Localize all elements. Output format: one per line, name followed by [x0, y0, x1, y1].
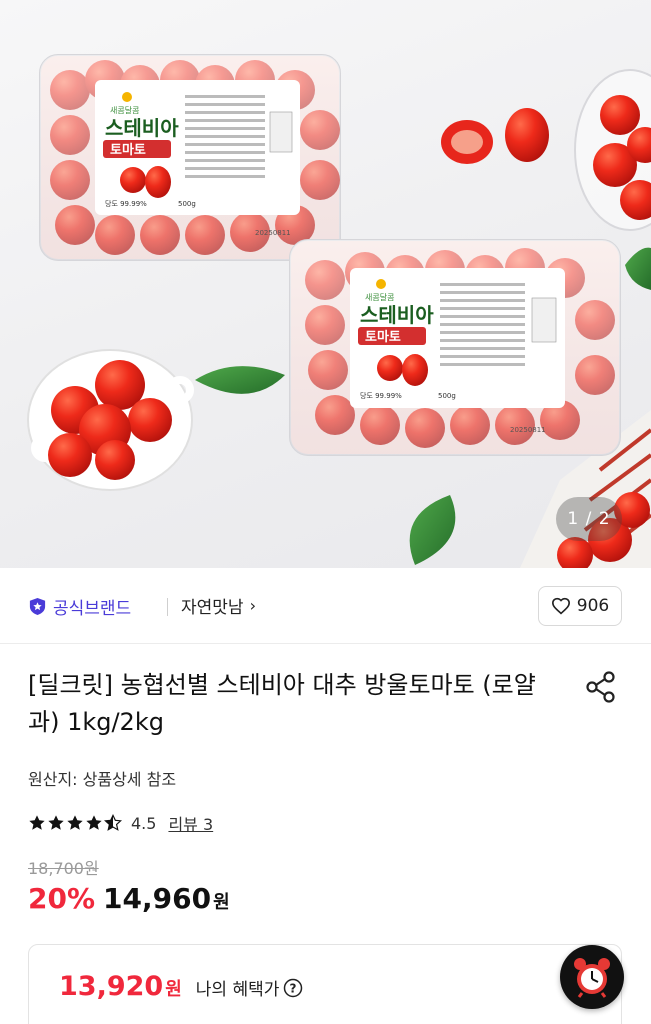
- image-counter: 1 / 2: [556, 497, 622, 541]
- package-title-text: 스테비아: [105, 116, 179, 140]
- benefit-price-unit: 원: [165, 979, 182, 1000]
- rating-row: 4.5 리뷰 3: [28, 811, 213, 835]
- origin-info: 원산지: 상품상세 참조: [28, 770, 177, 789]
- package-subtitle-text: 토마토: [110, 142, 146, 158]
- rating-stars: [28, 814, 123, 832]
- like-button[interactable]: 906: [538, 586, 622, 626]
- store-link[interactable]: 자연맛남 ›: [181, 593, 256, 618]
- package-brand-text: 새콤달콤: [110, 106, 139, 115]
- glass-bowl: [574, 69, 651, 231]
- package-sugar-text-2: 당도 99.99%: [360, 391, 402, 400]
- package-weight-text: 500g: [178, 200, 196, 208]
- package-date-text: 20250811: [255, 229, 291, 237]
- chevron-right-icon: ›: [249, 596, 256, 615]
- package-sugar-text: 당도 99.99%: [105, 199, 147, 208]
- alarm-clock-icon: [574, 958, 610, 998]
- package-brand-text-2: 새콤달콤: [365, 293, 394, 302]
- tomato-package-front: 새콤달콤 스테비아 토마토 당도 99.99% 500g 20250811: [289, 239, 621, 456]
- svg-text:?: ?: [290, 982, 297, 996]
- original-price: 18,700원: [28, 859, 99, 878]
- product-image-gallery[interactable]: 새콤달콤 스테비아 토마토 당도 99.99% 500g 20250811 새콤…: [0, 0, 651, 568]
- package-weight-text-2: 500g: [438, 392, 456, 400]
- star-half-icon: [104, 814, 122, 831]
- question-circle-icon[interactable]: ?: [283, 978, 303, 998]
- heart-icon: [551, 597, 570, 615]
- rating-value: 4.5: [131, 813, 157, 833]
- package-date-text-2: 20250811: [510, 426, 546, 434]
- star-full-icon: [86, 815, 102, 830]
- product-photo: 새콤달콤 스테비아 토마토 당도 99.99% 500g 20250811 새콤…: [27, 54, 651, 568]
- brand-divider: [167, 598, 168, 616]
- tomato-package-back: 새콤달콤 스테비아 토마토 당도 99.99% 500g 20250811: [39, 54, 341, 261]
- package-subtitle-text-2: 토마토: [365, 329, 401, 345]
- timer-deal-button[interactable]: [560, 945, 624, 1009]
- like-count: 906: [576, 596, 610, 616]
- brand-row: 공식브랜드 자연맛남 › 906: [0, 568, 651, 644]
- benefit-price-box[interactable]: 13,920 원 나의 혜택가 ?: [28, 944, 622, 1024]
- star-full-icon: [67, 815, 83, 830]
- store-name: 자연맛남: [181, 598, 244, 618]
- discount-rate: 20%: [28, 882, 96, 915]
- star-shield-icon: [29, 597, 46, 616]
- review-link[interactable]: 리뷰 3: [168, 811, 213, 835]
- official-brand-badge: 공식브랜드: [28, 594, 131, 619]
- benefit-price: 13,920: [59, 971, 164, 1002]
- benefit-price-row: 13,920 원 나의 혜택가 ?: [59, 971, 303, 1002]
- white-bowl: [27, 349, 194, 491]
- package-title-text-2: 스테비아: [360, 303, 434, 327]
- benefit-label: 나의 혜택가: [195, 980, 280, 1000]
- price-row: 20% 14,960 원: [28, 882, 230, 915]
- star-full-icon: [48, 815, 64, 830]
- star-full-icon: [29, 815, 45, 830]
- sale-price-unit: 원: [213, 892, 230, 913]
- official-brand-label: 공식브랜드: [53, 599, 132, 619]
- share-icon[interactable]: [584, 670, 618, 704]
- product-title: [딜크릿] 농협선별 스테비아 대추 방울토마토 (로얄과) 1kg/2kg: [28, 671, 536, 736]
- sale-price: 14,960: [103, 882, 212, 915]
